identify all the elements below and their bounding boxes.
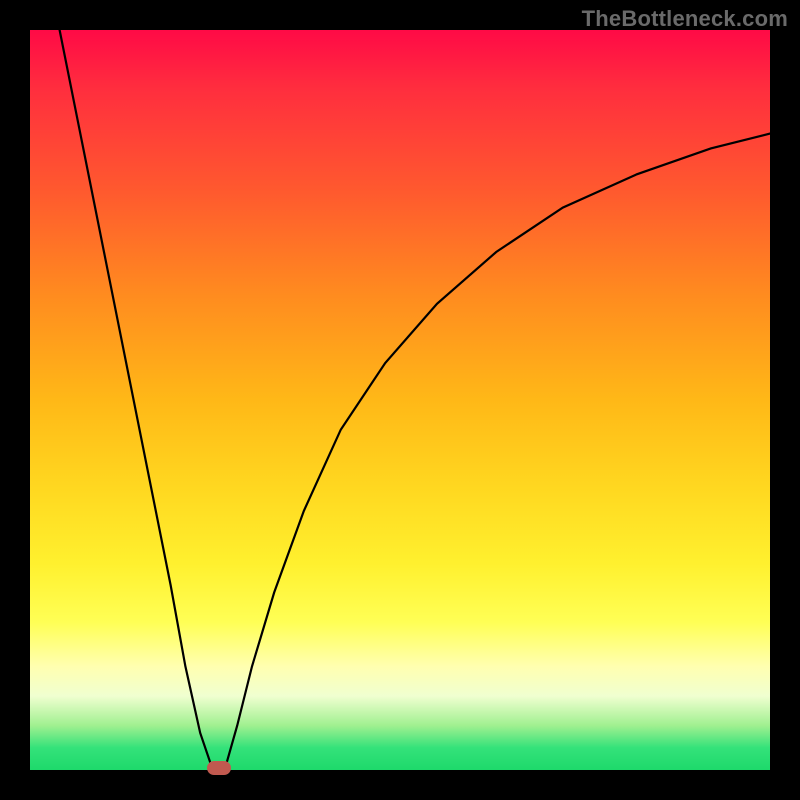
minimum-marker [207,761,231,775]
curve-left-branch [60,30,213,770]
watermark-text: TheBottleneck.com [582,6,788,32]
bottleneck-curve [30,30,770,770]
plot-area [30,30,770,770]
curve-right-branch [225,134,770,770]
chart-frame: TheBottleneck.com [0,0,800,800]
